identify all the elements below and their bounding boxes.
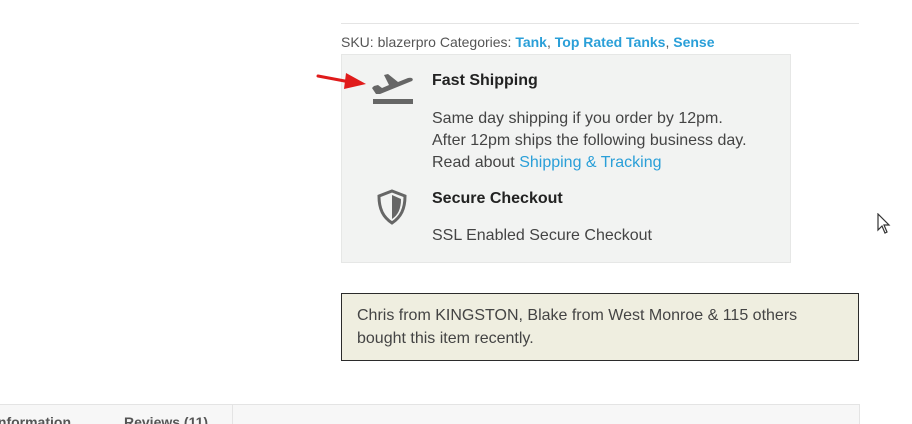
shipping-tracking-link[interactable]: Shipping & Tracking [519,154,661,171]
product-meta: SKU: blazerpro Categories: Tank, Top Rat… [341,34,715,50]
category-link-sense[interactable]: Sense [673,34,714,50]
mouse-cursor-icon [877,212,891,235]
fast-shipping-title: Fast Shipping [432,72,538,89]
red-arrow-annotation-icon [316,70,368,92]
divider [341,23,859,24]
plane-takeoff-icon [370,69,416,107]
category-separator: , [546,34,551,50]
shipping-line-1: Same day shipping if you order by 12pm. [432,110,723,127]
category-link-top-rated-tanks[interactable]: Top Rated Tanks [555,34,666,50]
recent-purchases-notice: Chris from KINGSTON, Blake from West Mon… [341,293,859,361]
category-separator: , [665,34,670,50]
read-about-text: Read about [432,154,515,171]
tab-additional-information[interactable]: information [0,414,71,424]
sku-label: SKU: [341,34,374,50]
tab-divider [232,405,233,424]
tab-reviews[interactable]: Reviews (11) [124,414,208,424]
shipping-description: Same day shipping if you order by 12pm. … [432,108,782,174]
sku-value: blazerpro [377,34,436,50]
category-link-tank[interactable]: Tank [515,34,547,50]
secure-checkout-title: Secure Checkout [432,190,563,207]
product-meta-page: SKU: blazerpro Categories: Tank, Top Rat… [0,0,912,424]
secure-checkout-description: SSL Enabled Secure Checkout [432,227,652,244]
shipping-info-box: Fast Shipping Same day shipping if you o… [341,54,791,263]
categories-label: Categories: [439,34,512,50]
shipping-line-3: Read about Shipping & Tracking [432,152,782,174]
shipping-line-2: After 12pm ships the following business … [432,132,747,149]
product-tabs: information Reviews (11) [0,404,860,424]
shield-icon [376,189,408,225]
